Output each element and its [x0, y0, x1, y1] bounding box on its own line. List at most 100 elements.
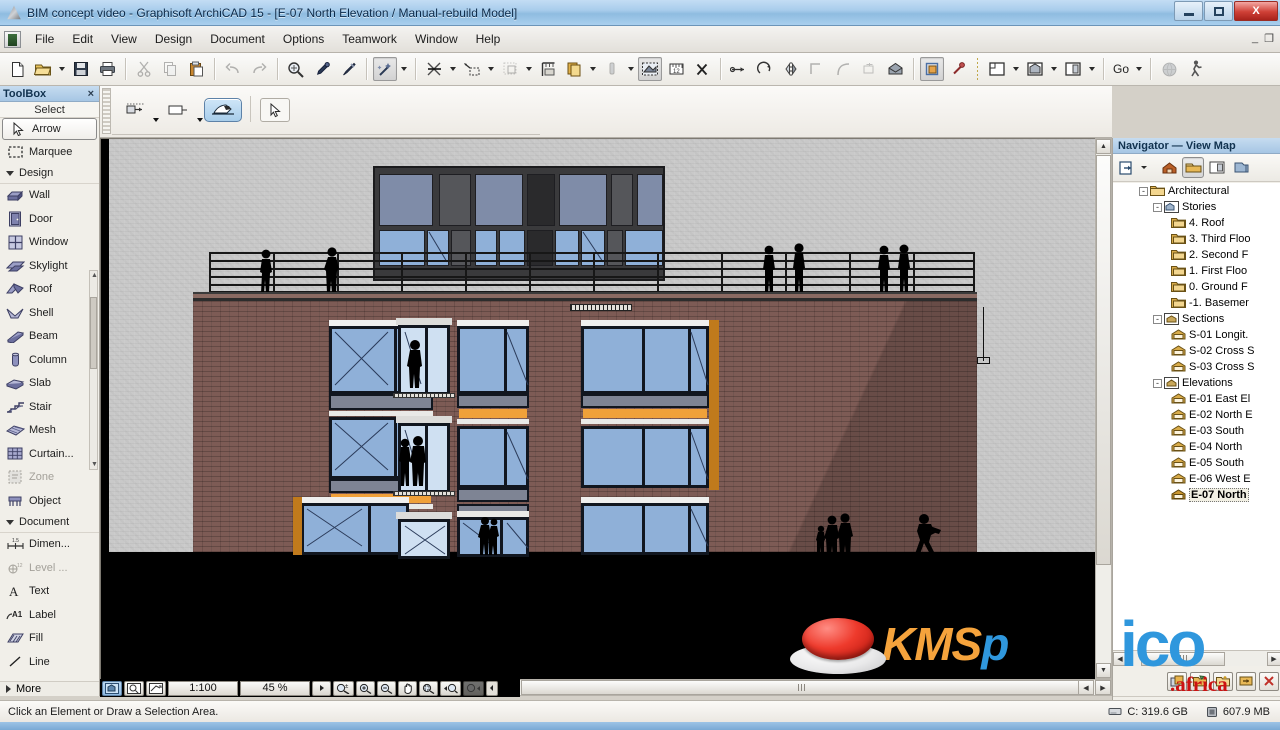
marquee-3d-icon[interactable]: [638, 57, 662, 81]
scroll-up-arrow[interactable]: ▲: [91, 272, 98, 279]
zoom-dropdown-arrow[interactable]: [312, 680, 331, 696]
toolbox-item-mesh[interactable]: Mesh: [0, 419, 99, 443]
tree-node-story-1-first-floor[interactable]: 1. First Floo: [1113, 263, 1280, 279]
toolbox-item-fill[interactable]: Fill: [0, 627, 99, 651]
toolbox-item-roof[interactable]: Roof: [0, 278, 99, 302]
ruler-icon[interactable]: 12: [664, 57, 688, 81]
toolbox-group-design[interactable]: Design: [0, 164, 99, 184]
scroll-up-arrow[interactable]: ▲: [1096, 139, 1111, 154]
close-button[interactable]: X: [1234, 1, 1278, 21]
publisher-sets-icon[interactable]: [1230, 157, 1252, 178]
syringe-icon[interactable]: [336, 57, 360, 81]
maximize-button[interactable]: [1204, 1, 1233, 21]
quick-options-icon[interactable]: [124, 680, 144, 696]
scroll-down-arrow[interactable]: ▼: [1096, 663, 1111, 678]
menu-options[interactable]: Options: [274, 28, 333, 50]
menu-teamwork[interactable]: Teamwork: [333, 28, 406, 50]
toolbox-item-level-dimension[interactable]: 12 Level ...: [0, 556, 99, 580]
tree-node-elevation-e06[interactable]: E-06 West E: [1113, 471, 1280, 487]
toolbox-item-column[interactable]: Column: [0, 348, 99, 372]
toolbox-item-label[interactable]: A1 Label: [0, 603, 99, 627]
3d-window-icon[interactable]: [1023, 57, 1047, 81]
delete-view-icon[interactable]: [1259, 671, 1279, 691]
group-icon[interactable]: [920, 57, 944, 81]
go-label[interactable]: Go: [1109, 62, 1133, 76]
dimension-icon[interactable]: [536, 57, 560, 81]
tree-node-section-s02[interactable]: S-02 Cross S: [1113, 343, 1280, 359]
zoom-step-icon[interactable]: ±: [333, 680, 354, 696]
toolbox-item-window[interactable]: Window: [0, 231, 99, 255]
toolbox-item-zone[interactable]: Zone: [0, 466, 99, 490]
scroll-left-arrow[interactable]: ◀: [1113, 651, 1127, 666]
toolbox-item-skylight[interactable]: Skylight: [0, 254, 99, 278]
elevate-icon[interactable]: [805, 57, 829, 81]
tree-node-elevation-e07-selected[interactable]: E-07 North: [1113, 487, 1280, 503]
new-folder-icon[interactable]: [1213, 671, 1233, 691]
toolbox-item-slab[interactable]: Slab: [0, 372, 99, 396]
elevation-tool-settings-icon[interactable]: [122, 98, 150, 122]
toolbox-item-door[interactable]: Door: [0, 207, 99, 231]
walkthrough-icon[interactable]: [1183, 57, 1207, 81]
trim-dropdown-arrow[interactable]: [447, 57, 459, 81]
scroll-right-arrow[interactable]: ▶: [1095, 680, 1111, 695]
undo-icon[interactable]: [221, 57, 245, 81]
layers-icon[interactable]: [562, 57, 586, 81]
view-controls-overflow[interactable]: [486, 680, 498, 696]
zoom-out-icon[interactable]: [377, 680, 396, 696]
tree-node-story-2-second-floor[interactable]: 2. Second F: [1113, 247, 1280, 263]
scrollbar-thumb-horizontal[interactable]: [521, 680, 1081, 695]
tree-node-elevations[interactable]: - Elevations: [1113, 375, 1280, 391]
menu-edit[interactable]: Edit: [63, 28, 102, 50]
clone-folder-icon[interactable]: [1190, 671, 1210, 691]
scroll-down-arrow[interactable]: ▼: [91, 461, 98, 468]
tree-node-story-3-third-floor[interactable]: 3. Third Floo: [1113, 231, 1280, 247]
toolbox-item-line[interactable]: Line: [0, 650, 99, 674]
toolbox-item-arrow[interactable]: Arrow: [2, 118, 97, 140]
scale-selector[interactable]: 1:100: [168, 680, 238, 696]
new-view-icon[interactable]: [1167, 671, 1187, 691]
go-dropdown-arrow[interactable]: [1133, 57, 1145, 81]
search-element-icon[interactable]: [284, 57, 308, 81]
tree-node-section-s03[interactable]: S-03 Cross S: [1113, 359, 1280, 375]
marker-settings-icon[interactable]: [164, 98, 192, 122]
3d-view-toggle-icon[interactable]: [102, 680, 122, 696]
copy-icon[interactable]: [158, 57, 182, 81]
tree-node-elevation-e03[interactable]: E-03 South: [1113, 423, 1280, 439]
eyedropper-icon[interactable]: [310, 57, 334, 81]
collapse-icon[interactable]: -: [1153, 378, 1162, 388]
scrollbar-thumb-vertical[interactable]: [1096, 155, 1111, 565]
redo-icon[interactable]: [247, 57, 271, 81]
open-view-icon[interactable]: [1236, 671, 1256, 691]
menu-window[interactable]: Window: [406, 28, 467, 50]
layout-window-icon[interactable]: [1061, 57, 1085, 81]
fit-in-window-icon[interactable]: [419, 680, 438, 696]
elevation-drawing[interactable]: [101, 139, 1111, 679]
previous-zoom-icon[interactable]: [440, 680, 461, 696]
tree-node-elevation-e01[interactable]: E-01 East El: [1113, 391, 1280, 407]
toolbox-group-document[interactable]: Document: [0, 513, 99, 533]
pen-dropdown-arrow[interactable]: [625, 57, 637, 81]
zoom-in-icon[interactable]: [356, 680, 375, 696]
toolbox-item-marquee[interactable]: Marquee: [0, 140, 99, 164]
toolbox-item-stair[interactable]: Stair: [0, 395, 99, 419]
cut-icon[interactable]: [132, 57, 156, 81]
tree-node-stories[interactable]: - Stories: [1113, 199, 1280, 215]
toolbox-item-object[interactable]: Object: [0, 489, 99, 513]
intersect-dropdown-arrow[interactable]: [523, 57, 535, 81]
menu-document[interactable]: Document: [201, 28, 274, 50]
layer-quick-icon[interactable]: [146, 680, 166, 696]
tree-node-sections[interactable]: - Sections: [1113, 311, 1280, 327]
menu-file[interactable]: File: [26, 28, 63, 50]
print-icon[interactable]: [95, 57, 119, 81]
tree-node-story-0-ground-floor[interactable]: 0. Ground F: [1113, 279, 1280, 295]
navigator-horizontal-scrollbar[interactable]: ◀ ▶: [1113, 650, 1280, 666]
navigator-dropdown-arrow[interactable]: [1140, 156, 1148, 180]
tree-node-elevation-e04[interactable]: E-04 North: [1113, 439, 1280, 455]
drag-grip[interactable]: [102, 88, 111, 134]
tree-node-elevation-e02[interactable]: E-02 North E: [1113, 407, 1280, 423]
tree-node-story-minus1-basement[interactable]: -1. Basemer: [1113, 295, 1280, 311]
project-map-icon[interactable]: [1158, 157, 1180, 178]
toolbox-item-dimension[interactable]: 1.5 Dimen...: [0, 533, 99, 557]
curve-icon[interactable]: [831, 57, 855, 81]
3d-window-dropdown-arrow[interactable]: [1048, 57, 1060, 81]
